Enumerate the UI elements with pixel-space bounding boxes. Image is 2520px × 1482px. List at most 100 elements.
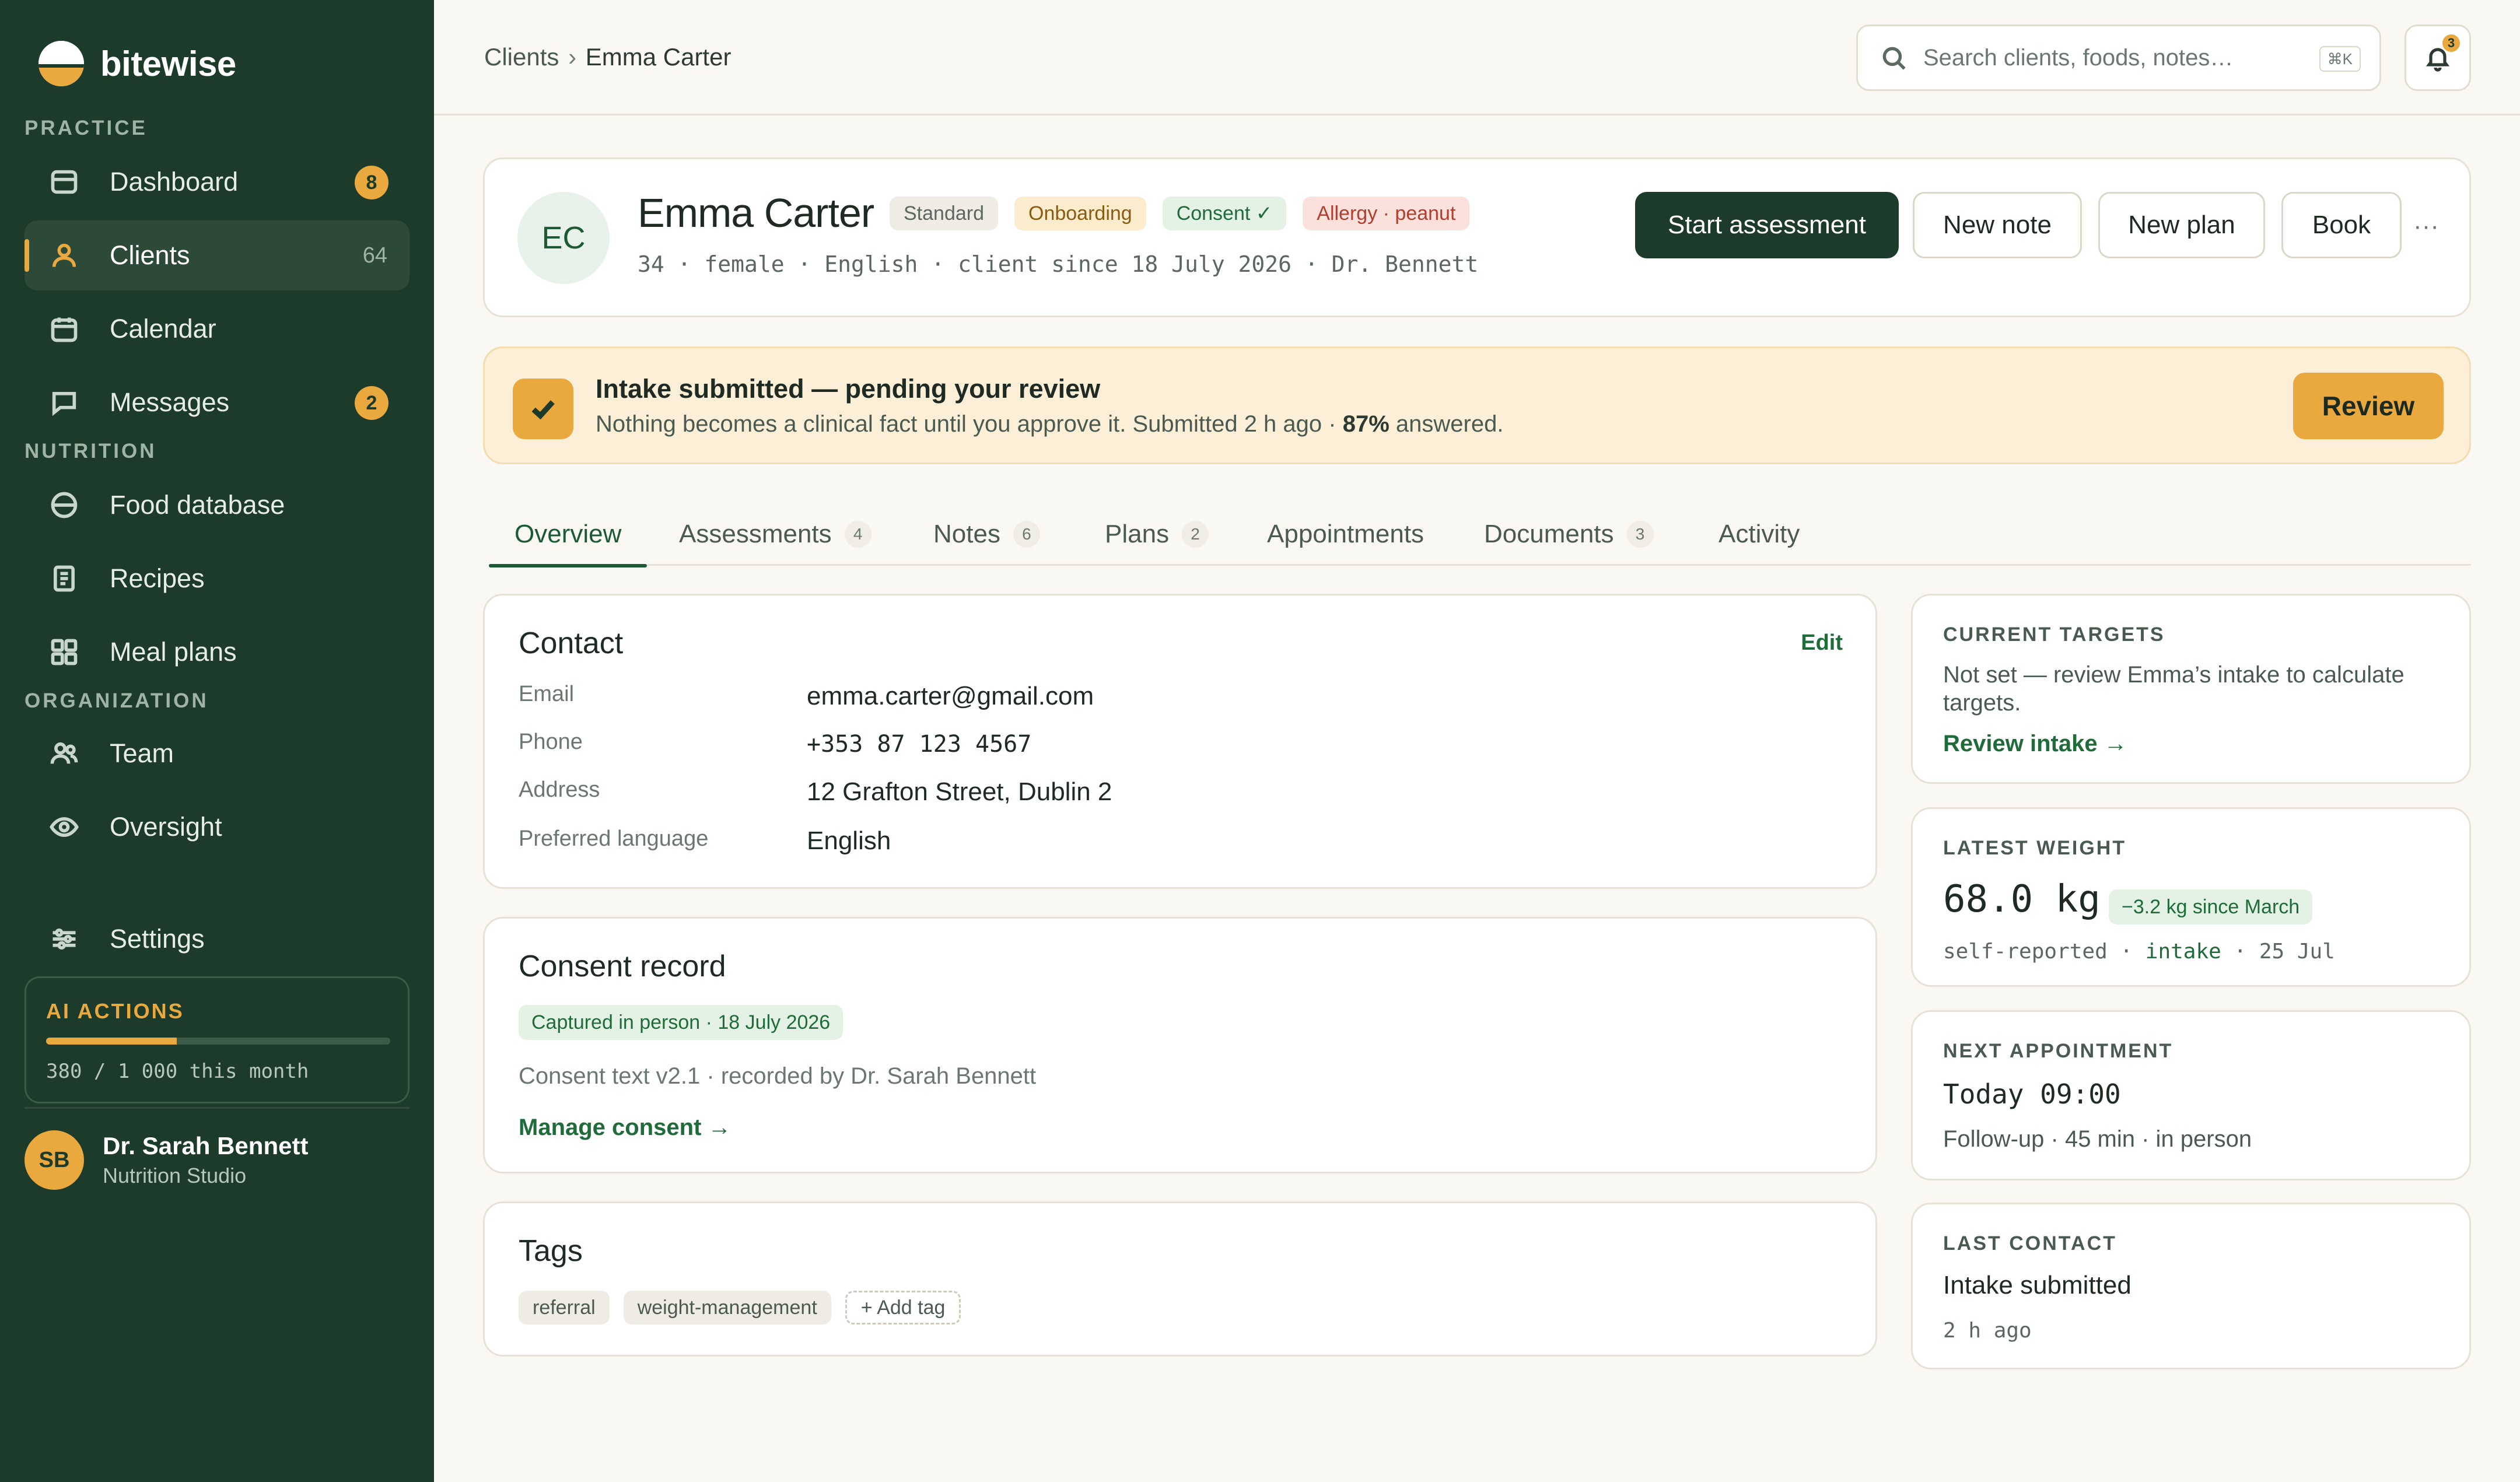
- messages-badge: 2: [355, 386, 388, 420]
- eye-icon: [48, 811, 80, 843]
- sidebar-item-label: Messages: [110, 387, 230, 417]
- tab-appointments[interactable]: Appointments: [1267, 503, 1424, 566]
- client-tabs: Overview Assessments 4 Notes 6 Plans 2 Appo…: [488, 503, 2471, 567]
- sidebar-item-oversight[interactable]: Oversight: [24, 792, 410, 862]
- team-icon: [48, 737, 80, 770]
- sidebar-item-label: Meal plans: [110, 637, 237, 667]
- sidebar-item-clients[interactable]: Clients 64: [24, 220, 410, 290]
- brand-name: bitewise: [100, 44, 236, 83]
- dashboard-icon: [48, 166, 80, 198]
- section-label-practice: PRACTICE: [24, 117, 148, 139]
- section-label-nutrition: NUTRITION: [24, 440, 157, 463]
- sidebar-item-label: Oversight: [110, 812, 222, 842]
- banner-subtitle: Nothing becomes a clinical fact until yo…: [596, 411, 1504, 437]
- add-tag-button[interactable]: + Add tag: [845, 1291, 961, 1325]
- address-value: 12 Grafton Street, Dublin 2: [807, 777, 1112, 806]
- search-shortcut: ⌘K: [2319, 46, 2361, 72]
- weight-source: self-reported · intake · 25 Jul: [1943, 940, 2335, 964]
- ai-actions-progress: [46, 1038, 390, 1045]
- latest-weight-card: LATEST WEIGHT 68.0 kg −3.2 kg since Marc…: [1911, 807, 2471, 987]
- appointment-detail: Follow-up · 45 min · in person: [1943, 1126, 2252, 1152]
- dashboard-badge: 8: [355, 166, 388, 199]
- sidebar-item-label: Settings: [110, 924, 205, 954]
- consent-captured-badge: Captured in person · 18 July 2026: [519, 1005, 844, 1040]
- consent-title: Consent record: [519, 950, 726, 983]
- current-targets-card: CURRENT TARGETS Not set — review Emma’s …: [1911, 594, 2471, 784]
- tab-documents[interactable]: Documents 3: [1484, 503, 1654, 566]
- tag-referral[interactable]: referral: [519, 1291, 610, 1325]
- tab-plans[interactable]: Plans 2: [1105, 503, 1209, 566]
- appointment-time: Today 09:00: [1943, 1078, 2121, 1110]
- tag-weight-management[interactable]: weight-management: [623, 1291, 831, 1325]
- language-label: Preferred language: [519, 826, 709, 851]
- start-assessment-button[interactable]: Start assessment: [1635, 192, 1899, 258]
- ai-actions-title: AI ACTIONS: [46, 999, 184, 1023]
- last-contact-title: Intake submitted: [1943, 1271, 2132, 1299]
- tab-activity[interactable]: Activity: [1718, 503, 1800, 566]
- more-actions-button[interactable]: ···: [2413, 212, 2439, 241]
- banner-title: Intake submitted — pending your review: [596, 374, 1101, 404]
- tab-count: 4: [844, 521, 872, 548]
- food-database-icon: [48, 489, 80, 521]
- appointment-label: NEXT APPOINTMENT: [1943, 1040, 2174, 1062]
- notifications-button[interactable]: 3: [2404, 24, 2471, 91]
- ai-actions-progress-fill: [46, 1038, 177, 1045]
- review-intake-link[interactable]: Review intake →: [1943, 731, 2127, 757]
- brand-logo-icon: [38, 41, 84, 86]
- avatar: SB: [24, 1130, 84, 1190]
- phone-value[interactable]: +353 87 123 4567: [807, 731, 1031, 758]
- tab-overview[interactable]: Overview: [488, 503, 648, 567]
- review-button[interactable]: Review: [2293, 373, 2444, 439]
- plan-badge: Standard: [890, 197, 998, 230]
- message-icon: [48, 386, 80, 419]
- notifications-badge: 3: [2442, 34, 2460, 52]
- stage-badge: Onboarding: [1014, 197, 1146, 230]
- sidebar-item-label: Food database: [110, 490, 285, 520]
- sidebar-item-recipes[interactable]: Recipes: [24, 544, 410, 614]
- tab-notes[interactable]: Notes 6: [933, 503, 1040, 566]
- tab-count: 6: [1013, 521, 1040, 548]
- tag-list: referral weight-management + Add tag: [519, 1291, 961, 1325]
- consent-detail: Consent text v2.1 · recorded by Dr. Sara…: [519, 1063, 1037, 1089]
- targets-text: Not set — review Emma’s intake to calcul…: [1943, 662, 2404, 716]
- sidebar-item-label: Recipes: [110, 563, 205, 593]
- ai-actions-panel: AI ACTIONS 380 / 1 000 this month: [24, 976, 410, 1103]
- manage-consent-link[interactable]: Manage consent →: [519, 1115, 732, 1141]
- sidebar-item-calendar[interactable]: Calendar: [24, 294, 410, 364]
- tab-assessments[interactable]: Assessments 4: [679, 503, 872, 566]
- email-label: Email: [519, 682, 575, 706]
- search-icon: [1882, 47, 1906, 70]
- sidebar: bitewise PRACTICE Dashboard 8 Clients 64…: [0, 0, 434, 1482]
- user-name: Dr. Sarah Bennett: [103, 1132, 309, 1159]
- contact-title: Contact: [519, 626, 624, 660]
- sidebar-item-messages[interactable]: Messages 2: [24, 367, 410, 437]
- sidebar-divider: [24, 1107, 410, 1109]
- sidebar-item-dashboard[interactable]: Dashboard 8: [24, 147, 410, 217]
- client-header-card: EC Emma Carter Standard Onboarding Conse…: [483, 157, 2471, 317]
- email-value[interactable]: emma.carter@gmail.com: [807, 682, 1094, 711]
- edit-contact-link[interactable]: Edit: [1801, 630, 1843, 656]
- next-appointment-card: NEXT APPOINTMENT Today 09:00 Follow-up ·…: [1911, 1010, 2471, 1180]
- sliders-icon: [48, 923, 80, 955]
- sidebar-item-food-database[interactable]: Food database: [24, 470, 410, 540]
- sidebar-item-meal-plans[interactable]: Meal plans: [24, 617, 410, 687]
- targets-label: CURRENT TARGETS: [1943, 623, 2165, 646]
- clients-count: 64: [362, 243, 387, 268]
- brand[interactable]: bitewise: [38, 41, 236, 86]
- weight-value: 68.0 kg: [1943, 878, 2101, 921]
- book-button[interactable]: Book: [2281, 192, 2402, 258]
- new-plan-button[interactable]: New plan: [2098, 192, 2265, 258]
- sidebar-item-team[interactable]: Team: [24, 719, 410, 789]
- consent-card: Consent record Captured in person · 18 J…: [483, 917, 1877, 1173]
- user-profile[interactable]: SB Dr. Sarah Bennett Nutrition Studio: [24, 1130, 308, 1190]
- breadcrumb-clients[interactable]: Clients: [484, 43, 559, 71]
- last-contact-when: 2 h ago: [1943, 1319, 2032, 1343]
- breadcrumb: Clients › Emma Carter: [484, 43, 731, 71]
- last-contact-card: LAST CONTACT Intake submitted 2 h ago: [1911, 1203, 2471, 1369]
- sidebar-item-settings[interactable]: Settings: [24, 904, 410, 974]
- search-box[interactable]: ⌘K: [1856, 24, 2381, 91]
- client-name: Emma Carter: [638, 190, 874, 236]
- weight-source-link[interactable]: intake: [2146, 940, 2221, 964]
- search-input[interactable]: [1923, 44, 2297, 71]
- new-note-button[interactable]: New note: [1913, 192, 2082, 258]
